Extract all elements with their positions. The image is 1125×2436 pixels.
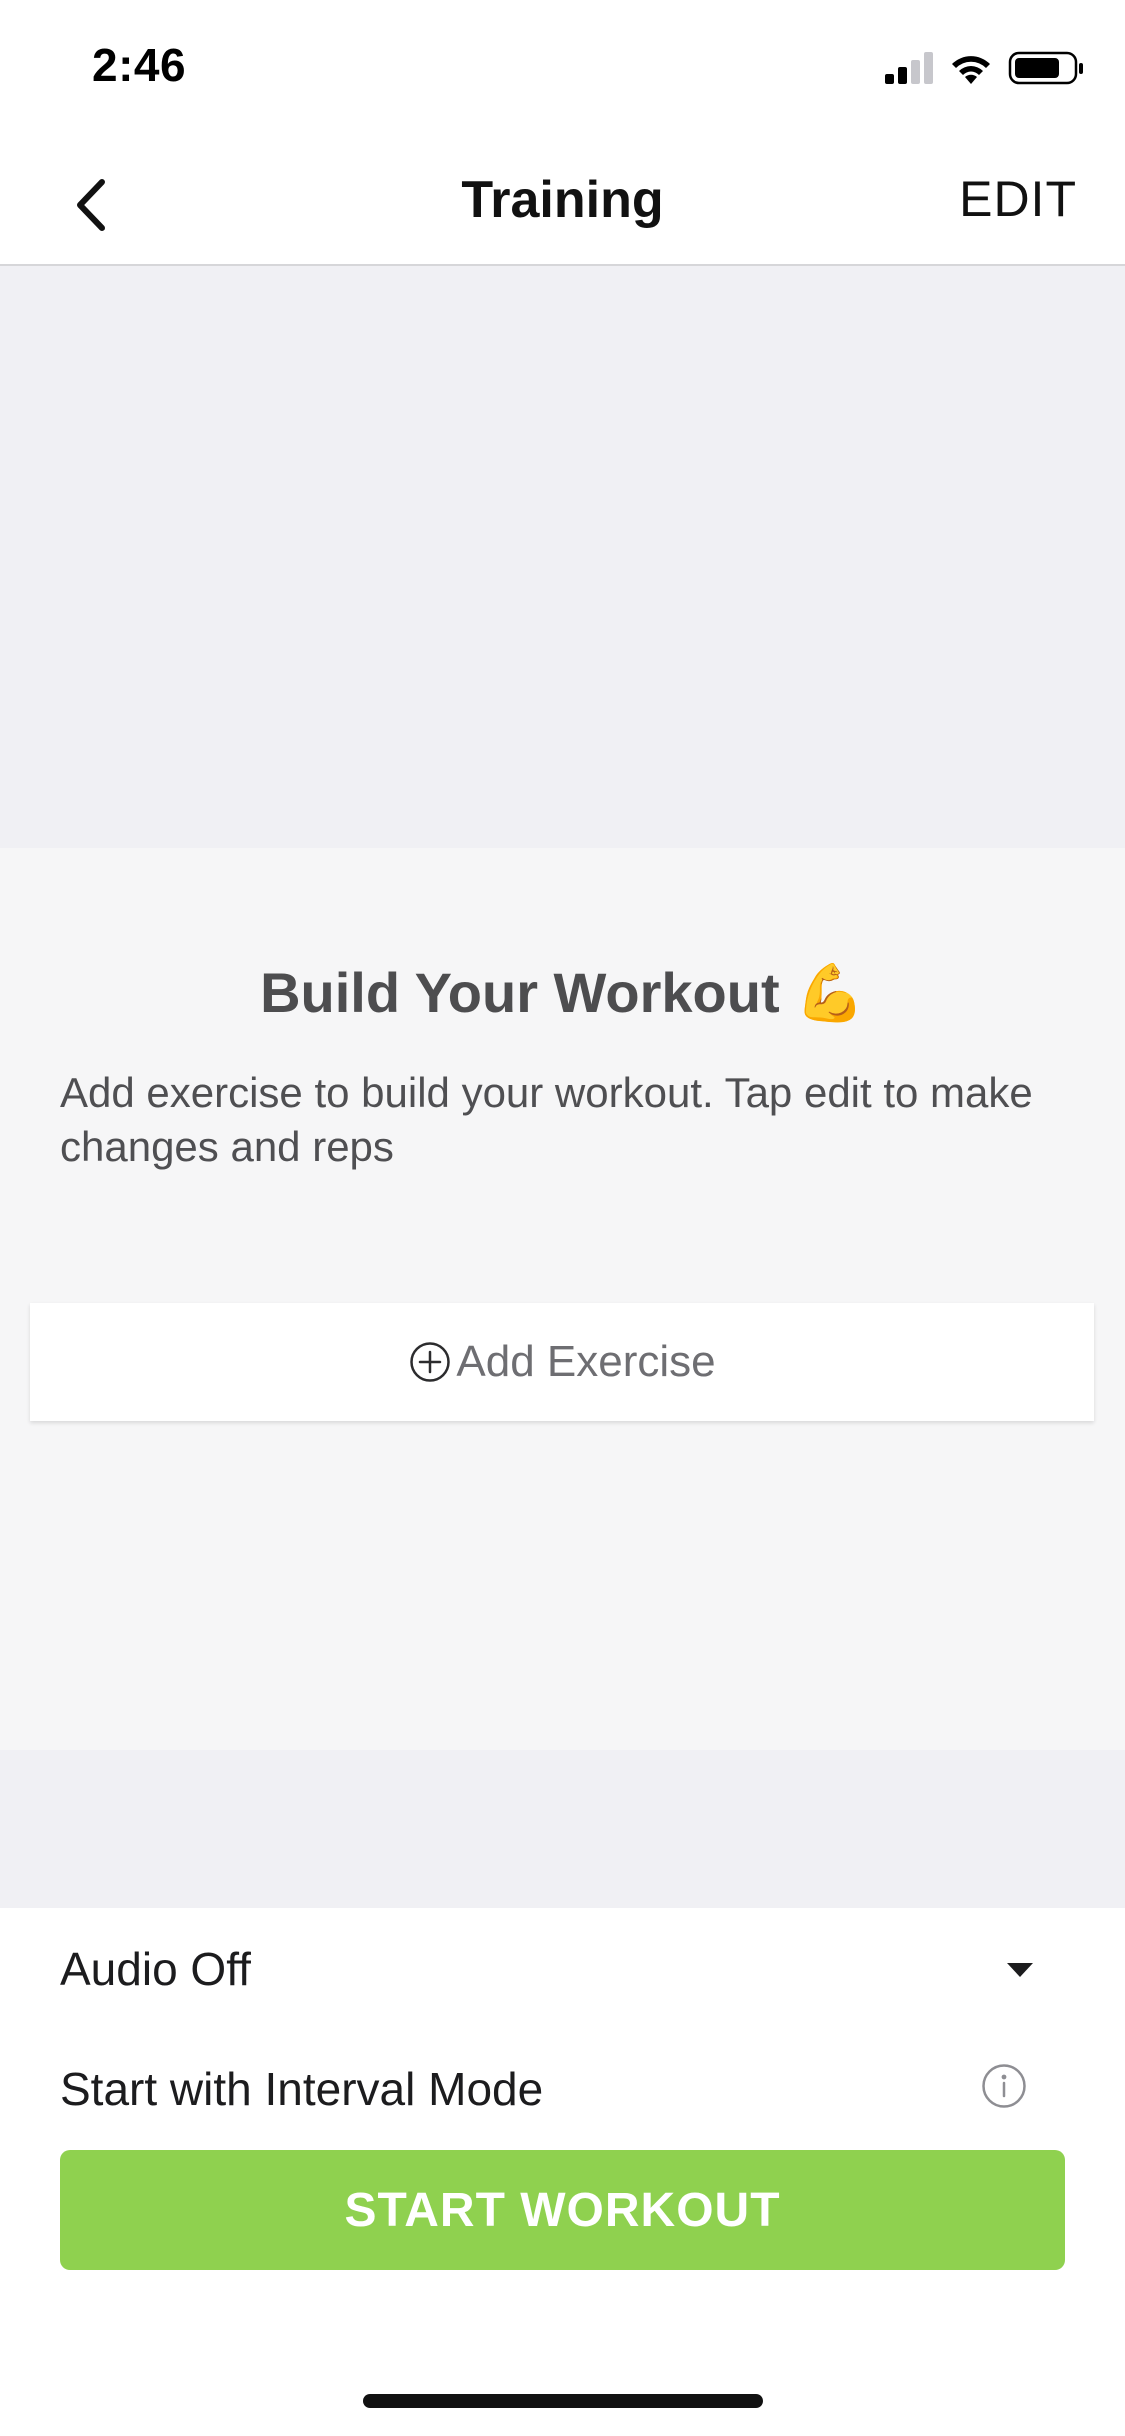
flexed-biceps-icon: 💪 xyxy=(795,961,865,1024)
home-indicator[interactable] xyxy=(363,2394,763,2408)
add-exercise-button[interactable]: Add Exercise xyxy=(30,1303,1094,1421)
status-time: 2:46 xyxy=(92,39,187,91)
workout-settings-panel: Audio Off Start with Interval Mode START… xyxy=(0,1908,1125,2436)
page-title: Training xyxy=(461,171,664,229)
caret-down-icon[interactable] xyxy=(1005,1960,1035,1980)
start-workout-button[interactable]: START WORKOUT xyxy=(60,2150,1065,2270)
bottom-empty-band xyxy=(0,1750,1125,1908)
status-icons xyxy=(885,51,1083,85)
start-workout-label: START WORKOUT xyxy=(344,2183,781,2237)
build-description: Add exercise to build your workout. Tap … xyxy=(60,1069,1033,1170)
edit-button[interactable]: EDIT xyxy=(959,170,1077,228)
audio-select[interactable]: Audio Off xyxy=(60,1942,251,1996)
build-title: Build Your Workout 💪 xyxy=(0,960,1125,1026)
battery-icon xyxy=(1008,51,1083,85)
nav-bar: Training EDIT xyxy=(0,150,1125,266)
build-title-text: Build Your Workout xyxy=(260,961,780,1024)
top-empty-band xyxy=(0,266,1125,848)
interval-mode-option[interactable]: Start with Interval Mode xyxy=(60,2062,543,2116)
plus-circle-icon xyxy=(410,1342,451,1382)
add-exercise-label: Add Exercise xyxy=(456,1337,716,1386)
info-icon[interactable] xyxy=(980,2062,1028,2110)
cellular-signal-icon xyxy=(885,52,933,84)
wifi-icon xyxy=(952,56,990,84)
